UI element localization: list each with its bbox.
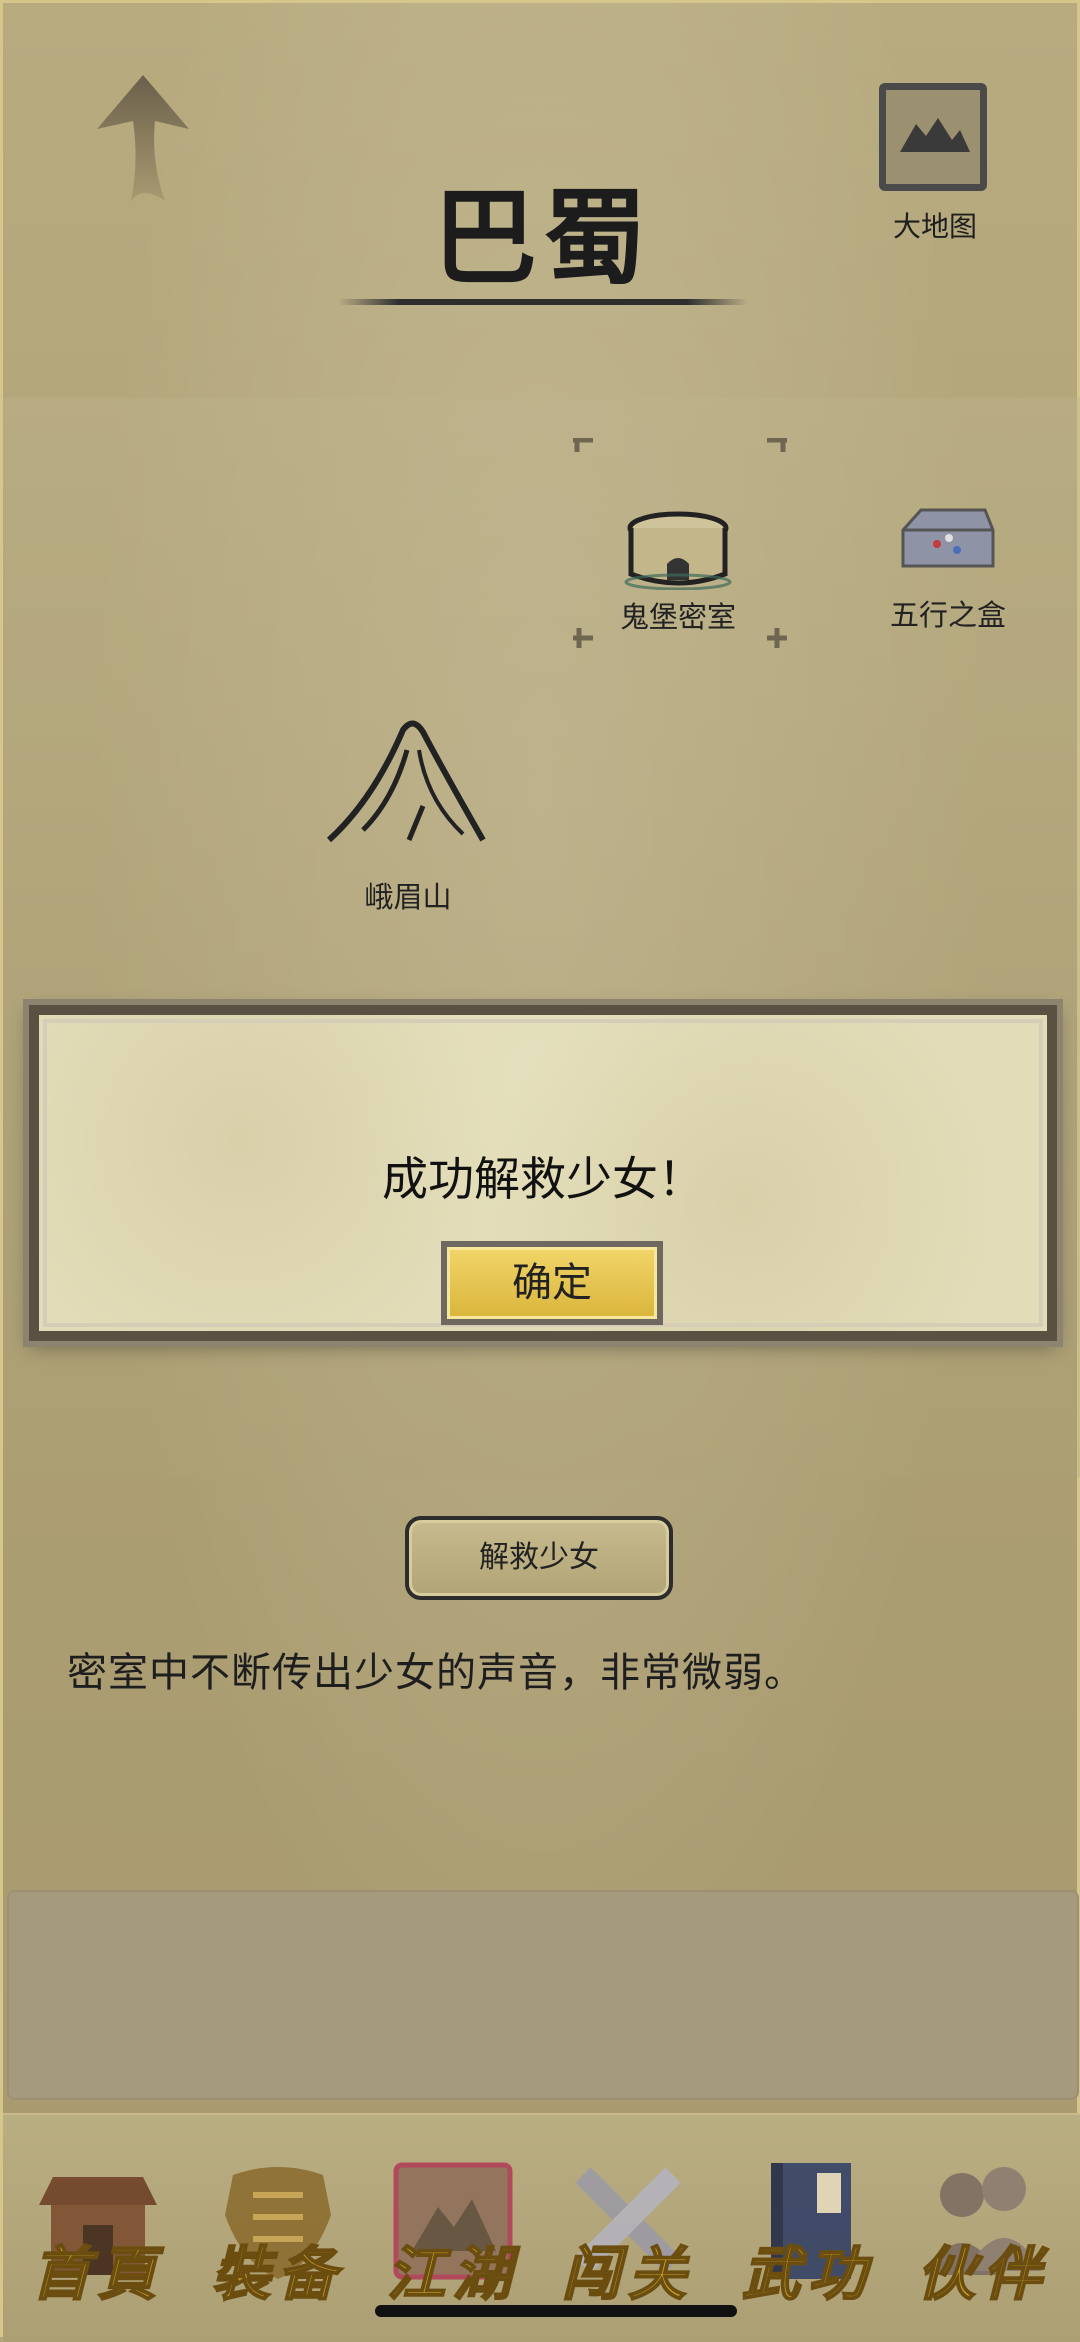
screen: 巴蜀 大地图 鬼堡密室 五行之盒 峨眉山 解救少女 密室中不断传出少女的声音，非… — [0, 0, 1080, 2342]
nav-label: 武功 — [741, 2239, 874, 2309]
location-five-elements-box[interactable]: 五行之盒 — [873, 498, 1023, 634]
box-icon — [901, 508, 995, 568]
log-panel — [7, 1890, 1079, 2100]
selection-corner-icon — [573, 438, 593, 452]
mountain-icon — [326, 720, 486, 843]
home-indicator[interactable] — [375, 2305, 737, 2317]
castle-icon — [624, 511, 732, 591]
dialog-message: 成功解救少女！ — [382, 1152, 704, 1206]
nav-label: 江湖 — [386, 2239, 519, 2309]
mountain-map-icon — [879, 83, 987, 191]
nav-item-martial-arts[interactable]: 武功 — [723, 2155, 893, 2309]
confirm-button[interactable]: 确定 — [441, 1241, 663, 1325]
title-underline — [338, 299, 748, 305]
nav-label: 裝备 — [211, 2239, 344, 2309]
nav-item-home[interactable]: 首頁 — [13, 2155, 183, 2309]
nav-label: 闯关 — [561, 2239, 694, 2309]
selection-corner-icon — [767, 438, 787, 452]
nav-item-equipment[interactable]: 裝备 — [193, 2155, 363, 2309]
nav-item-partners[interactable]: 伙伴 — [898, 2155, 1068, 2309]
location-emei-mountain[interactable]: 峨眉山 — [323, 710, 493, 916]
location-ghost-castle[interactable]: 鬼堡密室 — [603, 508, 753, 636]
location-label: 鬼堡密室 — [619, 600, 736, 634]
nav-item-challenge[interactable]: 闯关 — [543, 2155, 713, 2309]
selection-corner-icon — [573, 628, 593, 648]
success-dialog: 成功解救少女！ 确定 — [29, 1005, 1057, 1341]
nav-label: 伙伴 — [916, 2239, 1049, 2309]
selection-corner-icon — [767, 628, 787, 648]
big-map-label: 大地图 — [892, 210, 977, 243]
rescue-girl-button[interactable]: 解救少女 — [405, 1516, 673, 1600]
story-text: 密室中不断传出少女的声音，非常微弱。 — [67, 1650, 805, 1696]
location-label: 五行之盒 — [889, 598, 1006, 632]
big-map-button[interactable]: 大地图 — [875, 83, 995, 243]
nav-item-jianghu[interactable]: 江湖 — [368, 2155, 538, 2309]
location-label: 峨眉山 — [364, 880, 452, 914]
nav-label: 首頁 — [31, 2239, 164, 2309]
